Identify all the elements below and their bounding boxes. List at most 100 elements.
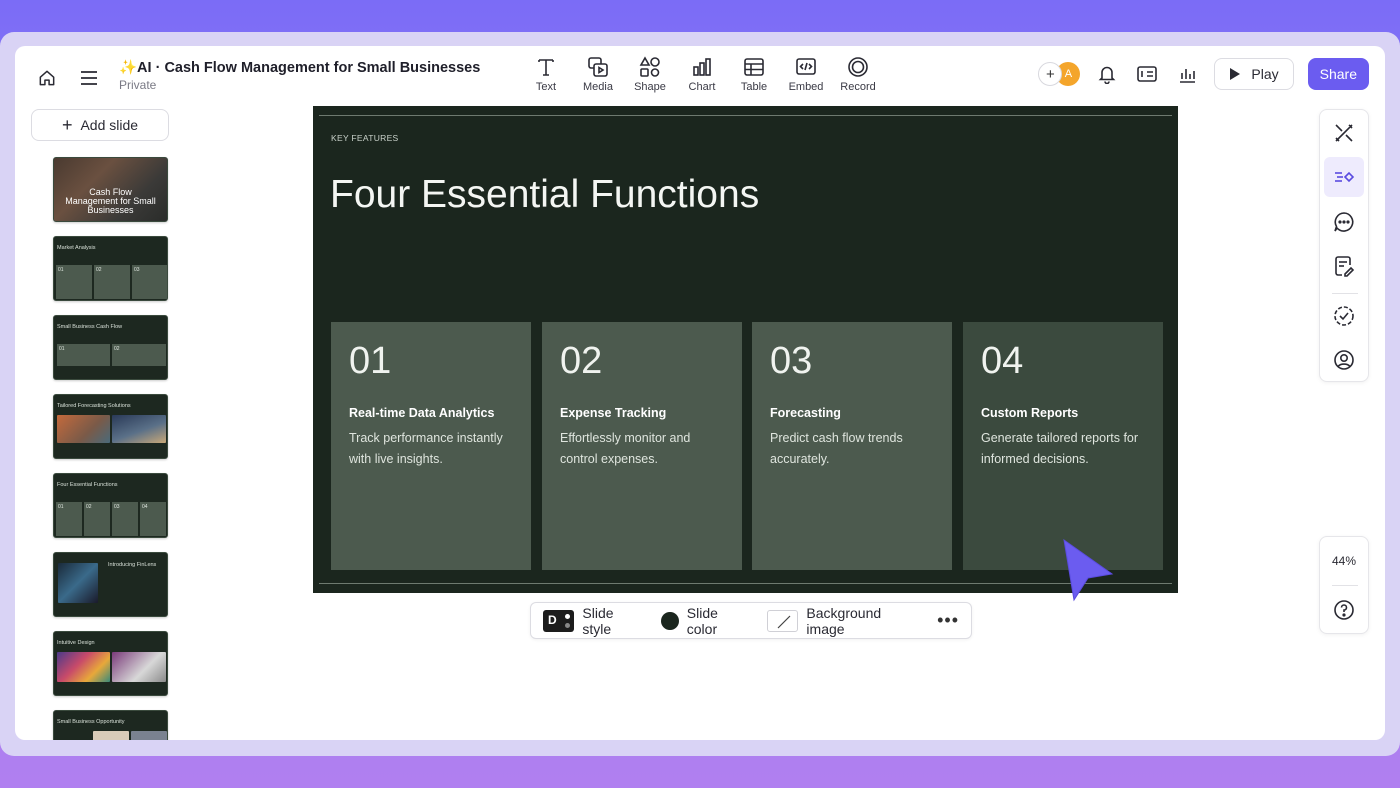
background-image-label: Background image: [806, 604, 882, 637]
checklist-icon[interactable]: [1324, 296, 1364, 336]
insert-toolbar: Text Media Shape Chart Table Embed Recor…: [520, 56, 884, 93]
thumbnail-photo: [57, 415, 110, 443]
card-number: 02: [560, 340, 603, 382]
card-number: 01: [349, 340, 392, 382]
thumbnail-title: Small Business Opportunity: [57, 719, 125, 725]
mini-num: 02: [114, 346, 120, 352]
tool-text[interactable]: Text: [520, 56, 572, 93]
visibility-label: Private: [119, 78, 157, 92]
card-description: Effortlessly monitor and control expense…: [560, 431, 691, 466]
thumbnail-title: Cash Flow Management for Small Businesse…: [65, 187, 156, 215]
app-window: ✨AI · Cash Flow Management for Small Bus…: [15, 46, 1385, 740]
share-button[interactable]: Share: [1307, 58, 1369, 90]
add-slide-button[interactable]: + Add slide: [31, 109, 169, 141]
mini-card: 04: [140, 502, 166, 536]
play-label: Play: [1251, 66, 1279, 82]
document-title-block[interactable]: ✨AI · Cash Flow Management for Small Bus…: [119, 59, 480, 92]
feature-card-2[interactable]: 02 Expense Tracking Effortlessly monitor…: [542, 322, 742, 570]
card-title: Real-time Data Analytics: [349, 406, 495, 420]
notes-icon[interactable]: [1324, 246, 1364, 286]
home-icon[interactable]: [35, 66, 59, 90]
thumbnail-title: Four Essential Functions: [57, 482, 118, 488]
panel-divider: [1332, 293, 1358, 294]
plus-icon: +: [61, 115, 73, 135]
document-title[interactable]: ✨AI · Cash Flow Management for Small Bus…: [119, 59, 480, 76]
slide-canvas[interactable]: KEY FEATURES Four Essential Functions 01…: [313, 106, 1178, 593]
cursor-arrow-icon: [1060, 538, 1116, 602]
slide-thumbnails: Cash Flow Management for Small Businesse…: [53, 157, 168, 740]
tool-chart[interactable]: Chart: [676, 56, 728, 93]
slide-thumbnail-6[interactable]: Introducing FinLens: [53, 552, 168, 617]
mini-num: 01: [58, 504, 64, 510]
card-title: Expense Tracking: [560, 406, 667, 420]
animation-icon[interactable]: [1324, 157, 1364, 197]
slide-style-label: Slide style: [582, 604, 614, 637]
slide-properties-toolbar: D Slide style Slide color Background ima…: [530, 602, 972, 639]
no-background-icon: [766, 609, 799, 632]
slide-kicker[interactable]: KEY FEATURES: [331, 133, 399, 143]
slide-thumbnail-1[interactable]: Cash Flow Management for Small Businesse…: [53, 157, 168, 222]
slide-thumbnail-4[interactable]: Tailored Forecasting Solutions: [53, 394, 168, 459]
feature-card-3[interactable]: 03 Forecasting Predict cash flow trends …: [752, 322, 952, 570]
help-icon[interactable]: [1333, 599, 1355, 621]
tool-media-label: Media: [583, 81, 613, 93]
mini-card: 02: [94, 265, 130, 299]
mini-num: 04: [142, 504, 148, 510]
slide-style-badge-icon: D: [543, 609, 575, 632]
style-badge-letter: D: [548, 612, 557, 627]
thumbnail-photo: [58, 563, 98, 603]
tool-record[interactable]: Record: [832, 56, 884, 93]
slide-thumbnail-2[interactable]: Market Analysis 01 02 03: [53, 236, 168, 301]
tool-shape[interactable]: Shape: [624, 56, 676, 93]
slide-heading[interactable]: Four Essential Functions: [330, 173, 759, 217]
play-icon: [1230, 68, 1241, 80]
tool-media[interactable]: Media: [572, 56, 624, 93]
media-icon: [588, 57, 608, 77]
slide-top-rule: [319, 115, 1172, 116]
slide-thumbnail-7[interactable]: Intuitive Design: [53, 631, 168, 696]
thumbnail-photo: [57, 652, 110, 682]
tool-embed[interactable]: Embed: [780, 56, 832, 93]
slide-thumbnail-3[interactable]: Small Business Cash Flow 01 02: [53, 315, 168, 380]
tool-embed-label: Embed: [788, 81, 824, 93]
slide-thumbnail-8[interactable]: Small Business Opportunity: [53, 710, 168, 740]
mini-num: 01: [59, 346, 65, 352]
add-slide-label: Add slide: [80, 117, 139, 133]
bell-icon[interactable]: [1094, 61, 1120, 87]
tool-table[interactable]: Table: [728, 56, 780, 93]
slide-color-button[interactable]: Slide color: [661, 605, 751, 637]
card-description: Predict cash flow trends accurately.: [770, 431, 903, 466]
menu-icon[interactable]: [77, 66, 101, 90]
panel-divider: [1332, 585, 1358, 586]
record-icon: [848, 57, 868, 77]
color-swatch-icon: [661, 611, 679, 630]
thumbnail-photo: [131, 731, 167, 740]
mini-card: 02: [84, 502, 110, 536]
tool-text-label: Text: [535, 81, 557, 93]
user-profile-icon[interactable]: [1324, 340, 1364, 380]
card-description: Track performance instantly with live in…: [349, 431, 503, 466]
collaborators[interactable]: + A: [1038, 62, 1081, 86]
thumbnail-title: Market Analysis: [57, 245, 96, 251]
feature-card-4[interactable]: 04 Custom Reports Generate tailored repo…: [963, 322, 1163, 570]
tool-table-label: Table: [740, 81, 768, 93]
slide-style-button[interactable]: D Slide style: [543, 605, 645, 637]
right-tool-panel: [1319, 109, 1369, 382]
comment-icon[interactable]: [1324, 202, 1364, 242]
background-image-button[interactable]: Background image: [766, 604, 921, 637]
mini-card: 01: [57, 344, 110, 366]
slide-thumbnail-5[interactable]: Four Essential Functions 01 02 03 04: [53, 473, 168, 538]
more-options-icon[interactable]: •••: [937, 610, 959, 631]
top-bar: ✨AI · Cash Flow Management for Small Bus…: [15, 46, 1385, 106]
zoom-level[interactable]: 44%: [1320, 554, 1368, 568]
analytics-icon[interactable]: [1174, 61, 1200, 87]
feature-card-1[interactable]: 01 Real-time Data Analytics Track perfor…: [331, 322, 531, 570]
zoom-panel: 44%: [1319, 536, 1369, 634]
mini-num: 02: [96, 267, 102, 273]
id-card-icon[interactable]: [1134, 61, 1160, 87]
play-button[interactable]: Play: [1214, 58, 1294, 90]
text-icon: [538, 59, 554, 76]
thumbnail-title: Intuitive Design: [57, 640, 95, 646]
design-tools-icon[interactable]: [1324, 113, 1364, 153]
card-description: Generate tailored reports for informed d…: [981, 431, 1139, 466]
